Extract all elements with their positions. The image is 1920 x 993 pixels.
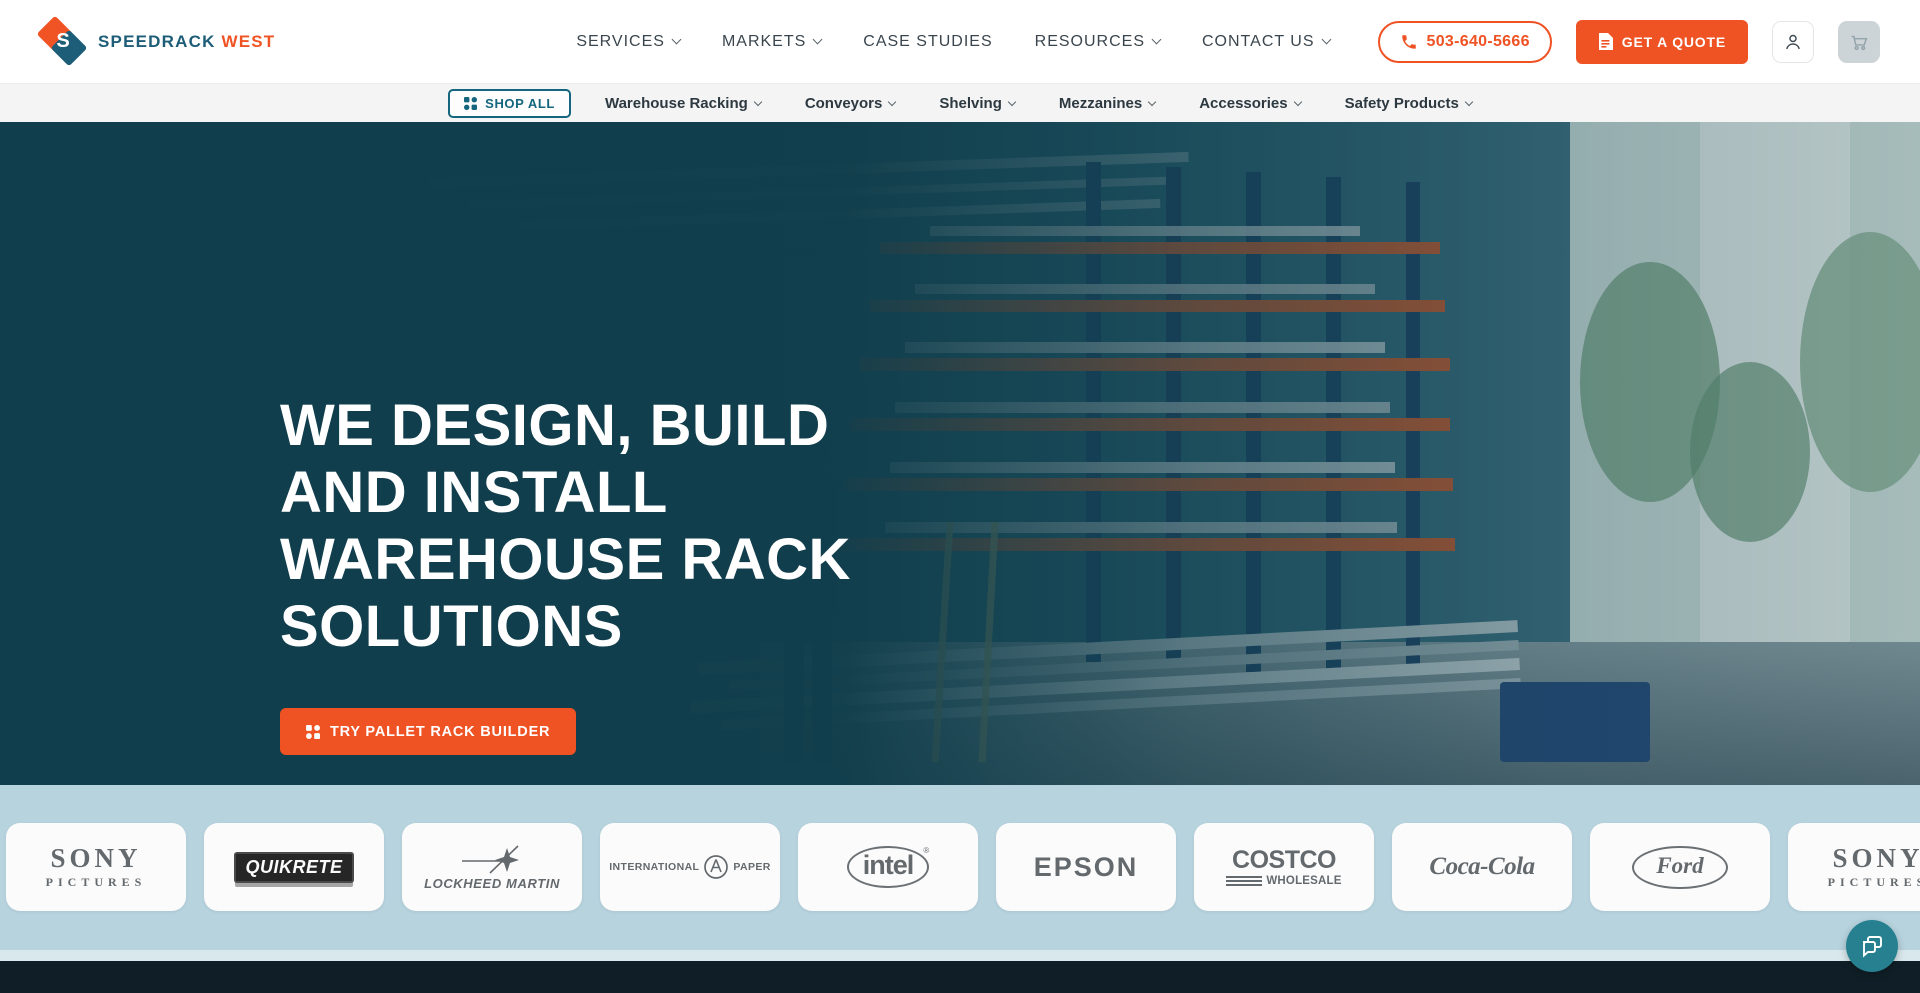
- shop-category-bar: SHOP ALL Warehouse Racking Conveyors She…: [0, 83, 1920, 122]
- brand-card-lockheed-martin[interactable]: LOCKHEED MARTIN: [402, 823, 582, 911]
- nav-item-case-studies[interactable]: CASE STUDIES: [863, 33, 992, 51]
- brand-card-quikrete[interactable]: QUIKRETE: [204, 823, 384, 911]
- grid-icon: [306, 725, 320, 739]
- brand-logo-text: SPEEDRACK WEST: [98, 32, 275, 52]
- nav-item-resources[interactable]: RESOURCES: [1035, 33, 1160, 51]
- brand-card-sony-pictures-2[interactable]: SONY PICTURES: [1788, 823, 1920, 911]
- costco-lines-icon: [1226, 876, 1262, 886]
- get-a-quote-button[interactable]: GET A QUOTE: [1576, 20, 1748, 64]
- chevron-down-icon: [813, 35, 823, 45]
- ford-logo: Ford: [1632, 846, 1727, 889]
- phone-icon: [1400, 33, 1418, 51]
- chevron-down-icon: [1293, 98, 1301, 106]
- brand-card-costco[interactable]: COSTCO WHOLESALE: [1194, 823, 1374, 911]
- nav-item-services[interactable]: SERVICES: [576, 33, 680, 51]
- chevron-down-icon: [1465, 98, 1473, 106]
- brand-card-coca-cola[interactable]: Coca-Cola: [1392, 823, 1572, 911]
- chevron-down-icon: [1152, 35, 1162, 45]
- hero-section: WE DESIGN, BUILD AND INSTALL WAREHOUSE R…: [0, 122, 1920, 785]
- account-button[interactable]: [1772, 21, 1814, 63]
- international-paper-logo: INTERNATIONAL PAPER: [609, 854, 771, 880]
- document-icon: [1598, 33, 1613, 50]
- hero-title: WE DESIGN, BUILD AND INSTALL WAREHOUSE R…: [280, 392, 851, 660]
- brand-card-intel[interactable]: intel ®: [798, 823, 978, 911]
- cart-icon: [1848, 31, 1870, 53]
- shop-item-safety-products[interactable]: Safety Products: [1345, 95, 1472, 112]
- top-header: S SPEEDRACK WEST SERVICES MARKETS CASE S…: [0, 0, 1920, 83]
- international-paper-tree-icon: [703, 854, 729, 880]
- nav-item-markets[interactable]: MARKETS: [722, 33, 821, 51]
- chevron-down-icon: [1008, 98, 1016, 106]
- chat-launcher-button[interactable]: [1846, 920, 1898, 972]
- intel-logo: intel ®: [847, 846, 930, 888]
- brand-card-sony-pictures[interactable]: SONY PICTURES: [6, 823, 186, 911]
- chat-icon: [1859, 933, 1885, 959]
- grid-icon: [464, 97, 477, 110]
- brand-card-international-paper[interactable]: INTERNATIONAL PAPER: [600, 823, 780, 911]
- dark-section-strip: [0, 961, 1920, 993]
- brand-logo[interactable]: S SPEEDRACK WEST: [40, 19, 275, 65]
- brand-card-epson[interactable]: EPSON: [996, 823, 1176, 911]
- brand-logo-icon: S: [40, 19, 86, 65]
- user-icon: [1782, 31, 1804, 53]
- brand-card-ford[interactable]: Ford: [1590, 823, 1770, 911]
- header-actions: 503-640-5666 GET A QUOTE: [1378, 20, 1880, 64]
- nav-item-contact-us[interactable]: CONTACT US: [1202, 33, 1330, 51]
- shop-item-accessories[interactable]: Accessories: [1199, 95, 1300, 112]
- lockheed-star-icon: [460, 844, 524, 874]
- shop-all-button[interactable]: SHOP ALL: [448, 89, 571, 118]
- shop-item-conveyors[interactable]: Conveyors: [805, 95, 896, 112]
- phone-button[interactable]: 503-640-5666: [1378, 21, 1552, 63]
- costco-wholesale-logo: WHOLESALE: [1226, 875, 1341, 887]
- chevron-down-icon: [671, 35, 681, 45]
- main-nav: SERVICES MARKETS CASE STUDIES RESOURCES …: [576, 33, 1329, 51]
- chevron-down-icon: [1148, 98, 1156, 106]
- brand-logo-strip: SONY PICTURES QUIKRETE LOCKHEED MARTIN I…: [0, 785, 1920, 950]
- chevron-down-icon: [1321, 35, 1331, 45]
- shop-item-mezzanines[interactable]: Mezzanines: [1059, 95, 1155, 112]
- hero-content: WE DESIGN, BUILD AND INSTALL WAREHOUSE R…: [280, 392, 851, 755]
- cart-button[interactable]: [1838, 21, 1880, 63]
- shop-item-shelving[interactable]: Shelving: [939, 95, 1015, 112]
- chevron-down-icon: [888, 98, 896, 106]
- quikrete-logo: QUIKRETE: [234, 852, 353, 883]
- pallet-rack-builder-button[interactable]: TRY PALLET RACK BUILDER: [280, 708, 576, 755]
- shop-item-warehouse-racking[interactable]: Warehouse Racking: [605, 95, 761, 112]
- next-section-top: [0, 950, 1920, 961]
- chevron-down-icon: [754, 98, 762, 106]
